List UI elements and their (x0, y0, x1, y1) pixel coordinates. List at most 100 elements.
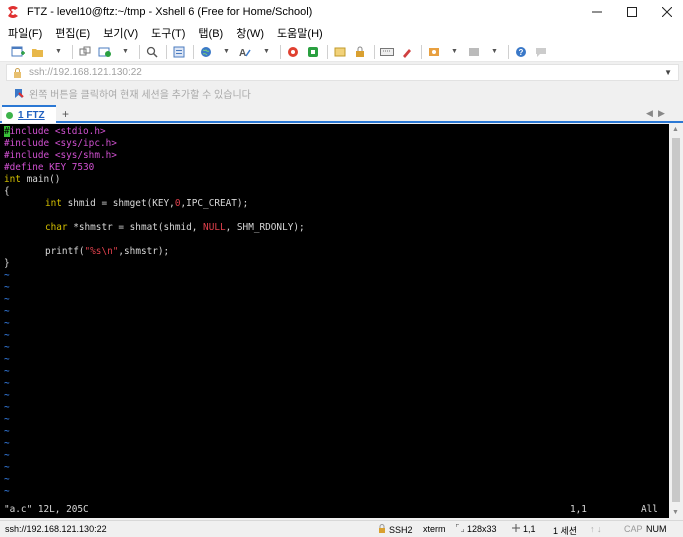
chevron-down-icon[interactable]: ▼ (664, 68, 672, 77)
session-count: 1 세션 (553, 526, 578, 536)
dropdown-arrow-icon[interactable]: ▼ (486, 45, 502, 59)
properties-icon[interactable] (171, 45, 187, 59)
minimize-icon[interactable] (581, 0, 613, 24)
xshell-red-icon[interactable] (285, 45, 301, 59)
toolbar-divider (72, 44, 73, 59)
toolbar-divider (166, 44, 167, 59)
code-line: char *shmstr = shmat(shmid, NULL, SHM_RD… (45, 222, 305, 233)
address-input[interactable]: ssh://192.168.121.130:22 (29, 67, 664, 78)
protocol-status: SSH2 (378, 524, 413, 535)
vim-empty-line-tilde: ~ (4, 306, 10, 317)
vim-empty-line-tilde: ~ (4, 318, 10, 329)
cursor-position-label: 1,1 (523, 524, 536, 534)
tab-next-icon[interactable]: ▶ (658, 108, 665, 119)
bookmark-icon[interactable] (14, 88, 24, 99)
code-line: #include <stdio.h> (4, 126, 106, 137)
code-line: int main() (4, 174, 61, 185)
vim-empty-line-tilde: ~ (4, 390, 10, 401)
dropdown-arrow-icon[interactable]: ▼ (258, 45, 274, 59)
lock-icon (13, 67, 23, 78)
dropdown-arrow-icon[interactable]: ▼ (50, 45, 66, 59)
vim-empty-line-tilde: ~ (4, 282, 10, 293)
open-folder-icon[interactable] (30, 45, 46, 59)
address-bar[interactable]: ssh://192.168.121.130:22 ▼ (6, 64, 679, 81)
terminal-screen[interactable]: #include <stdio.h> #include <sys/ipc.h> … (0, 124, 669, 518)
toolbar-divider (327, 44, 328, 59)
lock-icon (378, 524, 386, 535)
xshell-logo-icon[interactable] (6, 5, 20, 19)
vim-empty-line-tilde: ~ (4, 486, 10, 497)
menu-file[interactable]: 파일(F) (8, 25, 42, 41)
scroll-thumb[interactable] (672, 138, 680, 502)
menu-tools[interactable]: 도구(T) (151, 25, 185, 41)
code-line: #include <sys/shm.h> (4, 150, 117, 161)
xftp-icon[interactable] (305, 45, 321, 59)
vim-empty-line-tilde: ~ (4, 414, 10, 425)
menu-edit[interactable]: 편집(E) (55, 25, 90, 41)
vim-scroll-position: All (641, 504, 658, 515)
menu-view[interactable]: 보기(V) (103, 25, 138, 41)
toolbar-divider (374, 44, 375, 59)
toolbar-divider (193, 44, 194, 59)
font-icon[interactable]: A (238, 45, 254, 59)
layout-icon[interactable] (466, 45, 482, 59)
vim-empty-line-tilde: ~ (4, 402, 10, 413)
chat-icon[interactable] (533, 45, 549, 59)
tab-ftz[interactable]: 1 FTZ (2, 105, 56, 123)
size-label: 128x33 (467, 524, 497, 534)
help-icon[interactable]: ? (513, 45, 529, 59)
toolbar-divider (421, 44, 422, 59)
terminal-size: 128x33 (455, 523, 497, 534)
keyboard-icon[interactable] (379, 45, 395, 59)
new-session-icon[interactable] (10, 45, 26, 59)
code-line: printf("%s\n",shmstr); (45, 246, 170, 257)
dropdown-arrow-icon[interactable]: ▼ (446, 45, 462, 59)
maximize-icon[interactable] (616, 0, 648, 24)
globe-icon[interactable] (198, 45, 214, 59)
protocol-label: SSH2 (389, 524, 413, 535)
connected-status-icon (6, 111, 13, 119)
find-icon[interactable] (144, 45, 160, 59)
refresh-icon[interactable] (97, 45, 113, 59)
vim-empty-line-tilde: ~ (4, 342, 10, 353)
vim-cursor-position: 1,1 (570, 504, 587, 515)
vim-empty-line-tilde: ~ (4, 366, 10, 377)
menu-tab[interactable]: 탭(B) (198, 25, 223, 41)
vim-empty-line-tilde: ~ (4, 462, 10, 473)
toolbar-divider (139, 44, 140, 59)
script-icon[interactable] (426, 45, 442, 59)
toolbar: ▼ ▼ ▼ A ▼ ▼ ▼ ? (0, 42, 683, 62)
vim-empty-line-tilde: ~ (4, 354, 10, 365)
code-line: { (4, 186, 10, 197)
code-line: int shmid = shmget(KEY,0,IPC_CREAT); (45, 198, 249, 209)
scroll-down-icon[interactable]: ▼ (672, 509, 679, 516)
lock-icon[interactable] (352, 45, 368, 59)
menu-bar: 파일(F) 편집(E) 보기(V) 도구(T) 탭(B) 창(W) 도움말(H) (0, 24, 683, 42)
dropdown-arrow-icon[interactable]: ▼ (117, 45, 133, 59)
toolbar-divider (508, 44, 509, 59)
tab-label: 1 FTZ (18, 109, 45, 121)
vim-file-status: "a.c" 12L, 205C (4, 504, 89, 515)
menu-window[interactable]: 창(W) (236, 25, 264, 41)
session-hint-text: 왼쪽 버튼을 클릭하여 현재 세션을 추가할 수 있습니다 (29, 89, 251, 101)
scroll-up-icon[interactable]: ▲ (672, 126, 679, 133)
vim-empty-line-tilde: ~ (4, 270, 10, 281)
cursor-icon (512, 524, 520, 534)
menu-help[interactable]: 도움말(H) (277, 25, 323, 41)
pen-icon[interactable] (399, 45, 415, 59)
cursor-position: 1,1 (512, 524, 536, 534)
dropdown-arrow-icon[interactable]: ▼ (218, 45, 234, 59)
add-tab-button[interactable]: + (62, 107, 69, 121)
tab-prev-icon[interactable]: ◀ (646, 108, 653, 119)
link-icon[interactable] (77, 45, 93, 59)
resize-icon (455, 523, 465, 534)
terminal-scrollbar[interactable]: ▲ ▼ (669, 124, 683, 518)
transfer-icon[interactable] (332, 45, 348, 59)
window-title: FTZ - level10@ftz:~/tmp - Xshell 6 (Free… (27, 6, 313, 18)
vim-empty-line-tilde: ~ (4, 426, 10, 437)
code-line: } (4, 258, 10, 269)
close-icon[interactable] (651, 0, 683, 24)
status-bar: ssh://192.168.121.130:22 SSH2 xterm 128x… (0, 520, 683, 537)
caps-lock-indicator: CAP (624, 524, 643, 534)
code-line: #define KEY 7530 (4, 162, 95, 173)
